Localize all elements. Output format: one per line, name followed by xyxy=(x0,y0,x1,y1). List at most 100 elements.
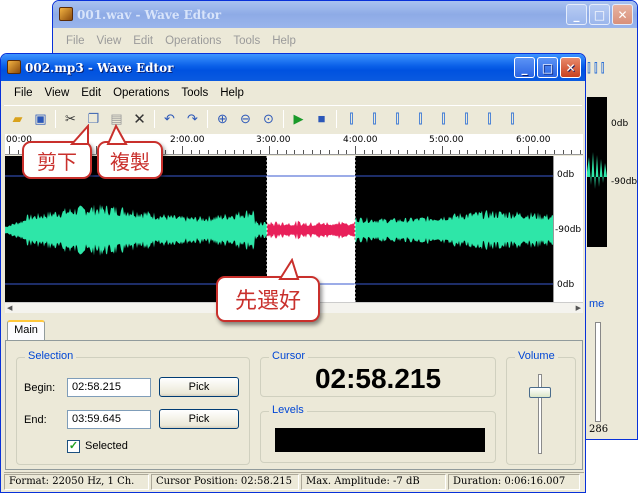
callout-copy-tail xyxy=(106,124,128,145)
back-menu-edit[interactable]: Edit xyxy=(127,35,159,47)
ruler-tick xyxy=(424,150,426,154)
menu-help[interactable]: Help xyxy=(214,87,250,99)
scroll-left-arrow[interactable]: ◀ xyxy=(7,304,12,312)
wave-tool-1-icon[interactable]: ⫿ xyxy=(340,108,363,130)
ruler-label: 6:00.00 xyxy=(516,135,551,145)
ruler-label: 3:00.00 xyxy=(256,135,291,145)
callout-cut-tail xyxy=(70,124,89,145)
back-db-top: 0db xyxy=(611,119,629,129)
waveform-segment xyxy=(355,210,553,250)
ruler-tick xyxy=(207,150,209,154)
end-time-field[interactable]: 03:59.645 xyxy=(67,410,151,429)
wave-tool-3-icon[interactable]: ⫿ xyxy=(386,108,409,130)
front-title-bar[interactable]: 002.mp3 - Wave Edtor _ □ ✕ xyxy=(1,54,585,81)
ruler-tick xyxy=(432,150,434,154)
zoom-out-icon[interactable]: ⊖ xyxy=(234,108,257,130)
menu-bar: File View Edit Operations Tools Help xyxy=(4,83,582,103)
pick-end-button[interactable]: Pick xyxy=(159,409,239,429)
ruler-tick xyxy=(562,150,564,154)
status-max-amplitude: Max. Amplitude: -7 dB xyxy=(301,473,446,490)
callout-cut: 剪下 xyxy=(22,141,92,179)
app-icon xyxy=(7,60,21,74)
selection-group: Selection Begin: 02:58.215 Pick End: 03:… xyxy=(16,350,250,465)
begin-time-field[interactable]: 02:58.215 xyxy=(67,378,151,397)
back-menu-file[interactable]: File xyxy=(60,35,91,47)
ruler-tick xyxy=(528,146,529,154)
ruler-tick xyxy=(294,150,296,154)
tab-main[interactable]: Main xyxy=(7,320,45,341)
ruler-tick xyxy=(502,150,504,154)
wave-tool-6-icon[interactable]: ⫿ xyxy=(455,108,478,130)
zoom-fit-icon[interactable]: ⊙ xyxy=(257,108,280,130)
ruler-tick xyxy=(337,150,339,154)
wave-tool-2-icon[interactable]: ⫿ xyxy=(363,108,386,130)
ruler-tick xyxy=(579,150,581,154)
app-icon xyxy=(59,7,73,21)
waveform-segment xyxy=(5,204,267,256)
wave-tool-8-icon[interactable]: ⫿ xyxy=(501,108,524,130)
back-lower-panel: me 286 xyxy=(587,296,637,436)
menu-operations[interactable]: Operations xyxy=(107,87,175,99)
menu-edit[interactable]: Edit xyxy=(75,87,107,99)
back-menu-operations[interactable]: Operations xyxy=(159,35,227,47)
ruler-tick xyxy=(251,150,253,154)
status-format: Format: 22050 Hz, 1 Ch. xyxy=(4,473,149,490)
maximize-button[interactable]: □ xyxy=(537,57,558,78)
scroll-right-arrow[interactable]: ▶ xyxy=(576,304,581,312)
menu-view[interactable]: View xyxy=(39,87,76,99)
db-label-top: 0db xyxy=(557,170,575,180)
back-menu-view[interactable]: View xyxy=(91,35,128,47)
back-maximize-button[interactable]: □ xyxy=(589,4,610,25)
ruler-tick xyxy=(285,150,287,154)
zoom-in-icon[interactable]: ⊕ xyxy=(211,108,234,130)
ruler-tick xyxy=(216,150,218,154)
ruler-tick xyxy=(225,150,227,154)
delete-icon[interactable]: ✕ xyxy=(128,108,151,130)
back-wave-tool-icon[interactable]: ⫿ xyxy=(601,61,605,76)
ruler-tick xyxy=(545,150,547,154)
back-minimize-button[interactable]: _ xyxy=(566,4,587,25)
play-icon[interactable]: ▶ xyxy=(287,108,310,130)
ruler-label: 4:00.00 xyxy=(343,135,378,145)
callout-select: 先選好 xyxy=(216,276,320,322)
close-button[interactable]: ✕ xyxy=(560,57,581,78)
db-label-mid: -90db xyxy=(555,225,582,235)
pick-begin-button[interactable]: Pick xyxy=(159,377,239,397)
wave-tool-5-icon[interactable]: ⫿ xyxy=(432,108,455,130)
back-menu-tools[interactable]: Tools xyxy=(227,35,266,47)
back-window-title: 001.wav - Wave Edtor xyxy=(77,7,222,22)
open-folder-icon[interactable]: ▰ xyxy=(6,108,29,130)
ruler-tick xyxy=(173,150,175,154)
back-status-fragment: 286 xyxy=(589,424,609,435)
back-menu-bar: File View Edit Operations Tools Help xyxy=(56,31,634,51)
back-volume-slider[interactable] xyxy=(595,322,601,422)
back-waveform[interactable] xyxy=(587,97,607,247)
stop-icon[interactable]: ■ xyxy=(310,108,333,130)
ruler-tick xyxy=(277,150,279,154)
ruler-tick xyxy=(389,150,391,154)
wave-tool-4-icon[interactable]: ⫿ xyxy=(409,108,432,130)
menu-tools[interactable]: Tools xyxy=(175,87,214,99)
save-icon[interactable]: ▣ xyxy=(29,108,52,130)
toolbar-separator xyxy=(207,109,208,128)
redo-icon[interactable]: ↷ xyxy=(181,108,204,130)
back-wave-tool-icon[interactable]: ⫿ xyxy=(587,61,591,76)
volume-slider-thumb[interactable] xyxy=(529,387,551,398)
ruler-tick xyxy=(363,150,365,154)
ruler-tick xyxy=(190,150,192,154)
levels-group: Levels xyxy=(260,404,496,463)
db-scale: 0db -90db 0db xyxy=(553,156,583,302)
menu-file[interactable]: File xyxy=(8,87,39,99)
wave-tool-7-icon[interactable]: ⫿ xyxy=(478,108,501,130)
back-menu-help[interactable]: Help xyxy=(266,35,302,47)
back-close-button[interactable]: ✕ xyxy=(612,4,633,25)
selected-checkbox[interactable]: ✓ xyxy=(67,440,80,453)
ruler-tick xyxy=(182,146,183,154)
ruler-tick xyxy=(164,150,166,154)
back-title-bar[interactable]: 001.wav - Wave Edtor _ □ ✕ xyxy=(53,1,637,28)
back-wave-tool-icon[interactable]: ⫿ xyxy=(594,61,598,76)
minimize-button[interactable]: _ xyxy=(514,57,535,78)
ruler-tick xyxy=(380,150,382,154)
ruler-tick xyxy=(355,146,356,154)
undo-icon[interactable]: ↶ xyxy=(158,108,181,130)
